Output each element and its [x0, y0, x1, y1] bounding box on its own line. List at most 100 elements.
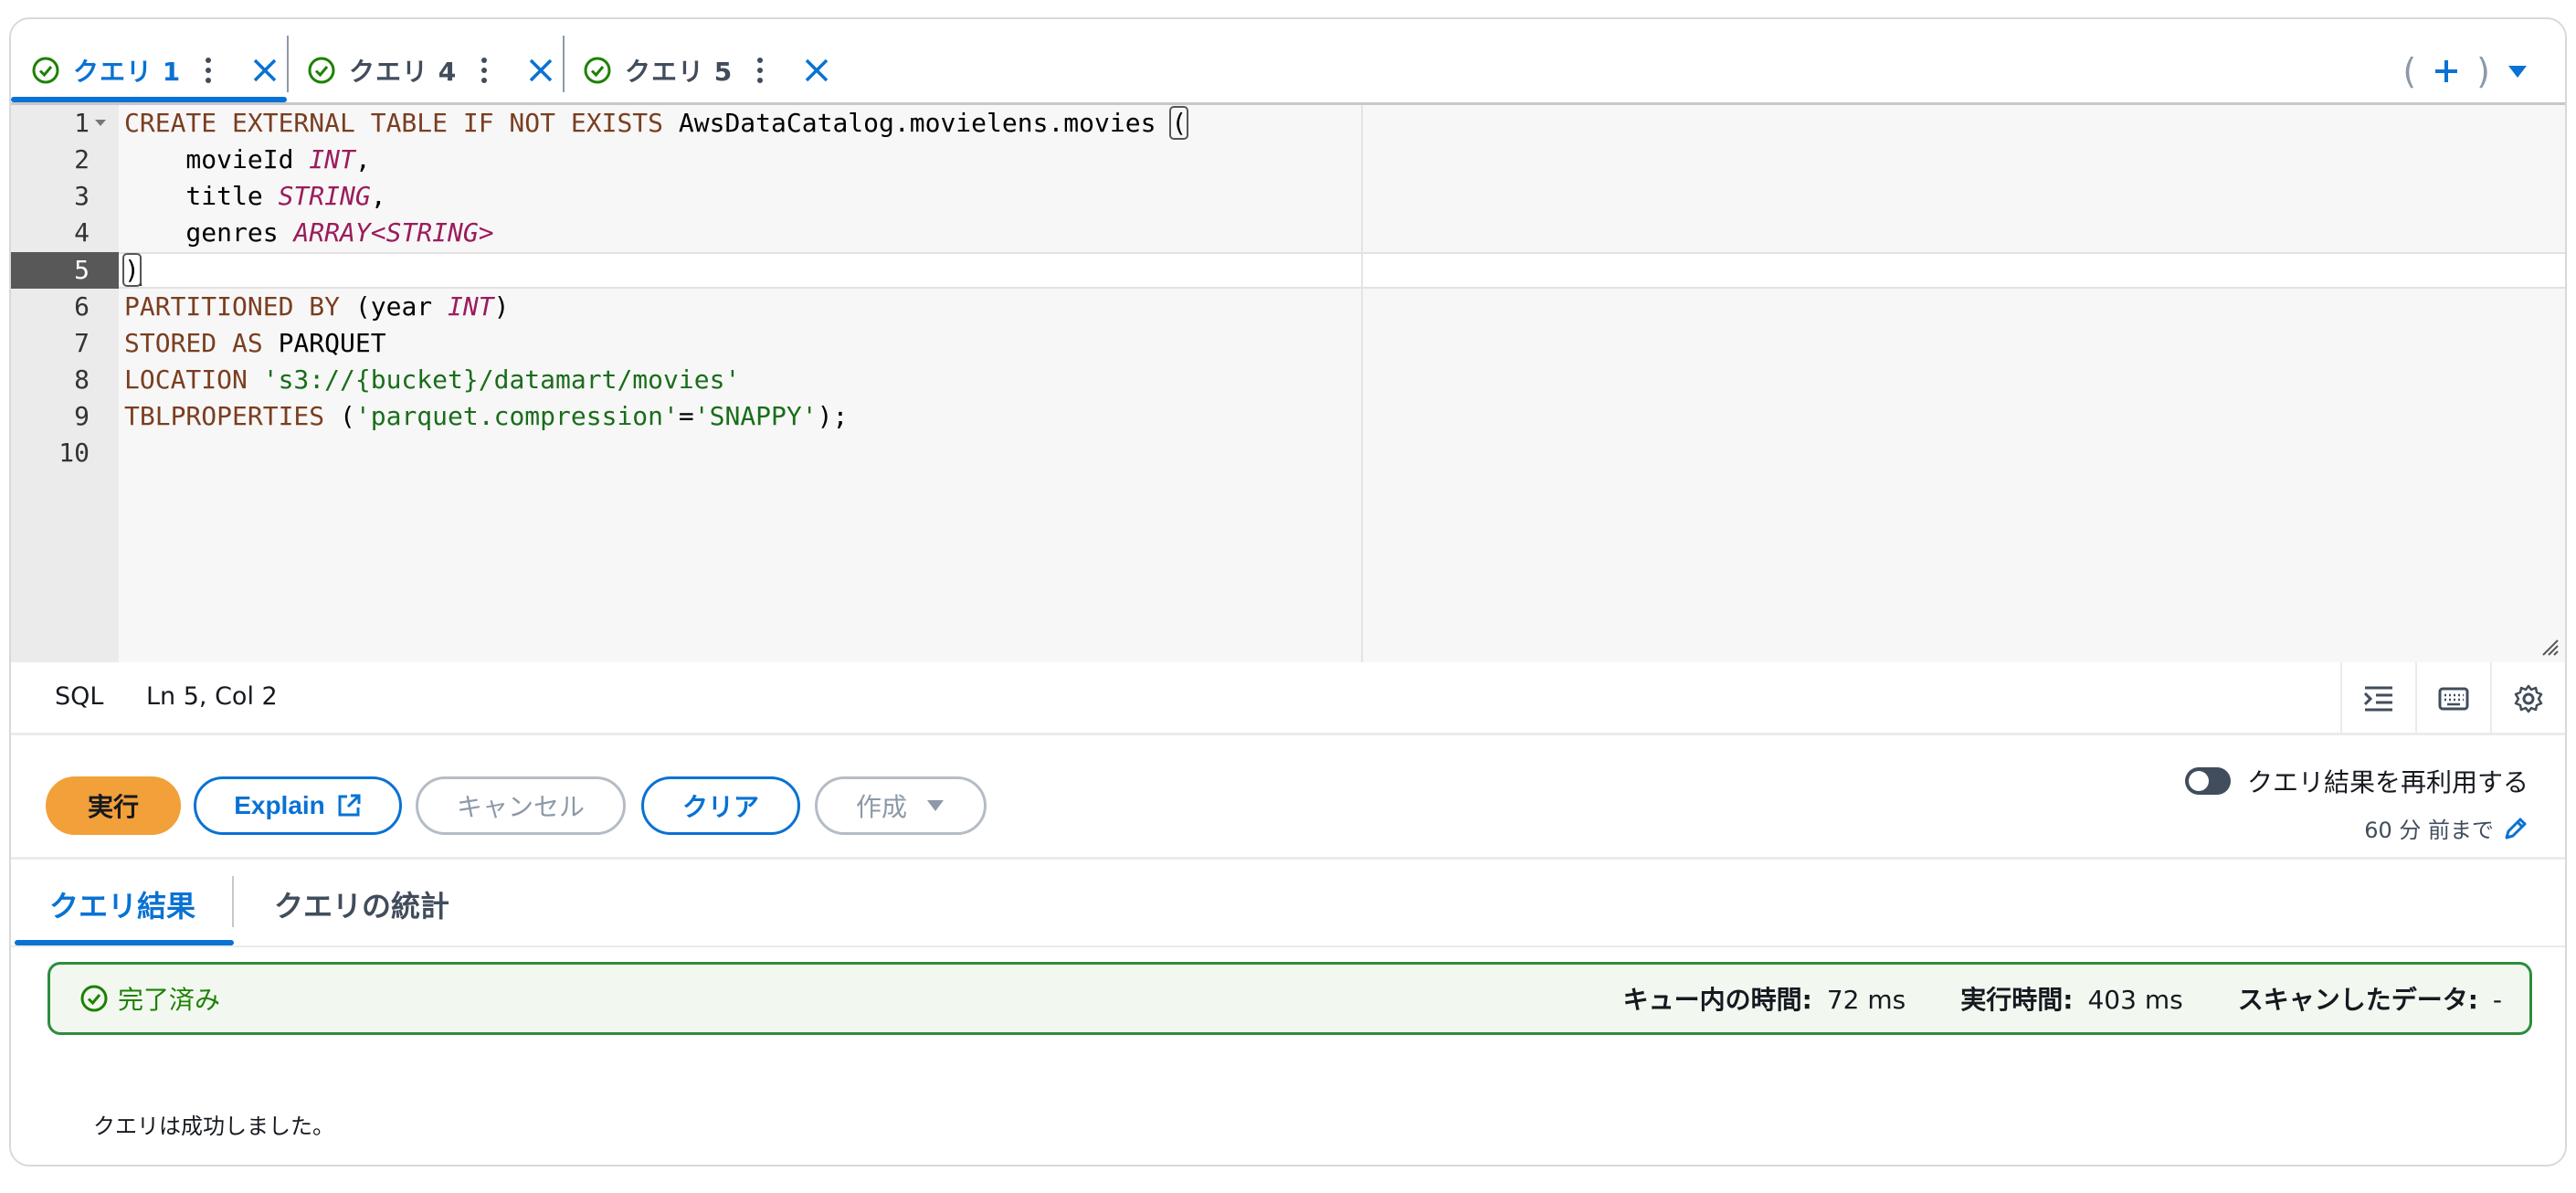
format-query-button[interactable]: [2340, 662, 2415, 735]
code-line-7: STORED AS PARQUET: [124, 325, 386, 362]
tab-label: クエリ 5: [625, 57, 734, 87]
more-vertical-icon[interactable]: [473, 55, 495, 86]
query-editor-panel: クエリ 1 クエリ 4 クエリ 5 ( ) 1 2 3 4 5 6 7 8 9 …: [9, 17, 2567, 1167]
storage-format: PARQUET: [262, 328, 386, 358]
punctuation: ,: [370, 181, 386, 211]
tab-query-4[interactable]: クエリ 4: [307, 36, 555, 105]
text-cursor: [139, 257, 142, 286]
sql-keyword: CREATE EXTERNAL TABLE IF NOT EXISTS: [124, 108, 664, 138]
cancel-button[interactable]: キャンセル: [416, 776, 626, 835]
reuse-results-age: 60 分 前まで: [2364, 818, 2494, 843]
language-mode: SQL: [55, 682, 104, 711]
matched-bracket: (: [1169, 106, 1189, 140]
result-tabs: クエリ結果 クエリの統計: [11, 860, 2565, 947]
active-tab-indicator: [15, 940, 234, 945]
code-line-2: movieId INT,: [124, 142, 371, 178]
gear-icon: [2514, 684, 2543, 713]
queue-time-label: キュー内の時間:: [1622, 985, 1812, 1015]
code-line-9: TBLPROPERTIES ('parquet.compression'='SN…: [124, 398, 848, 435]
run-time-value: 403 ms: [2087, 985, 2183, 1015]
string-literal: 's3://{bucket}/datamart/movies': [262, 364, 741, 395]
code-line-6: PARTITIONED BY (year INT): [124, 289, 509, 325]
line-number: 1: [74, 108, 90, 138]
tab-query-results[interactable]: クエリ結果: [49, 883, 195, 925]
close-icon[interactable]: [250, 56, 280, 85]
tab-label: クエリ 4: [349, 57, 458, 87]
run-button[interactable]: 実行: [46, 776, 181, 835]
print-margin: [1361, 105, 1363, 662]
line-number-active: 5: [74, 255, 90, 285]
column-type: ARRAY<STRING>: [293, 217, 494, 248]
editor-settings-button[interactable]: [2490, 662, 2565, 735]
queue-time-value: 72 ms: [1826, 985, 1906, 1015]
explain-button[interactable]: Explain: [194, 776, 402, 835]
punctuation: ,: [354, 144, 371, 174]
resize-handle-icon[interactable]: [2539, 637, 2560, 657]
column-name: movieId: [124, 144, 310, 174]
punctuation: ): [493, 291, 510, 322]
code-line-3: title STRING,: [124, 178, 386, 215]
sql-editor[interactable]: 1 2 3 4 5 6 7 8 9 10 CREATE EXTERNAL TAB…: [11, 105, 2565, 662]
line-number: 4: [74, 217, 90, 248]
query-actions: 実行 Explain キャンセル クリア 作成 クエリ結果を再利用する 60 分…: [11, 737, 2565, 860]
more-vertical-icon[interactable]: [197, 55, 219, 86]
active-tab-indicator: [11, 97, 287, 102]
pencil-icon[interactable]: [2503, 816, 2528, 841]
cursor-position: Ln 5, Col 2: [146, 682, 278, 711]
line-number: 2: [74, 144, 90, 174]
run-label: 実行: [87, 793, 139, 821]
reuse-results-toggle[interactable]: [2184, 767, 2231, 795]
punctuation: =: [678, 401, 694, 431]
tab-actions: ( ): [2402, 54, 2528, 89]
punctuation: (: [324, 401, 355, 431]
explain-label: Explain: [234, 791, 325, 819]
line-number: 7: [74, 328, 90, 358]
caret-down-icon: [927, 800, 944, 811]
tab-query-1[interactable]: クエリ 1: [31, 36, 280, 105]
query-status-alert: 完了済み キュー内の時間: 72 ms 実行時間: 403 ms スキャンしたデータ…: [48, 962, 2532, 1035]
open-paren: (: [2402, 51, 2417, 91]
clear-button[interactable]: クリア: [641, 776, 800, 835]
sql-keyword: TBLPROPERTIES: [124, 401, 325, 431]
close-paren: ): [2476, 51, 2490, 91]
data-scanned-label: スキャンしたデータ:: [2237, 985, 2478, 1015]
close-icon[interactable]: [526, 56, 555, 85]
run-time-label: 実行時間:: [1960, 985, 2074, 1015]
sql-keyword: STORED AS: [124, 328, 263, 358]
line-number: 3: [74, 181, 90, 211]
keyboard-icon: [2438, 687, 2469, 711]
check-circle-icon: [32, 57, 59, 84]
more-vertical-icon[interactable]: [749, 55, 771, 86]
check-circle-icon: [308, 57, 335, 84]
matched-bracket: ): [122, 253, 142, 287]
tab-query-5[interactable]: クエリ 5: [583, 36, 831, 105]
line-number: 10: [58, 438, 90, 468]
plus-icon[interactable]: [2433, 58, 2460, 85]
code-line-5: ): [122, 252, 142, 289]
create-dropdown-button[interactable]: 作成: [815, 776, 987, 835]
cancel-label: キャンセル: [456, 793, 585, 821]
tab-separator: [563, 36, 565, 92]
tab-label: クエリ 1: [73, 57, 182, 87]
code-line-1: CREATE EXTERNAL TABLE IF NOT EXISTS AwsD…: [124, 105, 1189, 142]
caret-down-icon[interactable]: [2507, 63, 2528, 79]
tab-query-stats[interactable]: クエリの統計: [274, 883, 449, 925]
keyboard-shortcuts-button[interactable]: [2415, 662, 2490, 735]
close-icon[interactable]: [802, 56, 831, 85]
fold-arrow-icon[interactable]: [95, 120, 106, 126]
tab-separator: [287, 36, 289, 92]
result-message: クエリは成功しました。: [93, 1114, 334, 1139]
punctuation: );: [817, 401, 849, 431]
column-type: INT: [448, 291, 494, 322]
queue-time: キュー内の時間: 72 ms: [1623, 980, 1906, 1017]
run-time: 実行時間: 403 ms: [1960, 980, 2182, 1017]
column-name: genres: [124, 217, 294, 248]
indent-icon: [2363, 686, 2392, 712]
toggle-knob: [2188, 771, 2209, 791]
clear-label: クリア: [681, 793, 759, 821]
reuse-results-setting: クエリ結果を再利用する 60 分 前まで: [2184, 763, 2528, 844]
status-bar-tools: [2340, 662, 2565, 735]
tab-separator: [232, 876, 234, 927]
check-circle-icon: [80, 985, 108, 1012]
